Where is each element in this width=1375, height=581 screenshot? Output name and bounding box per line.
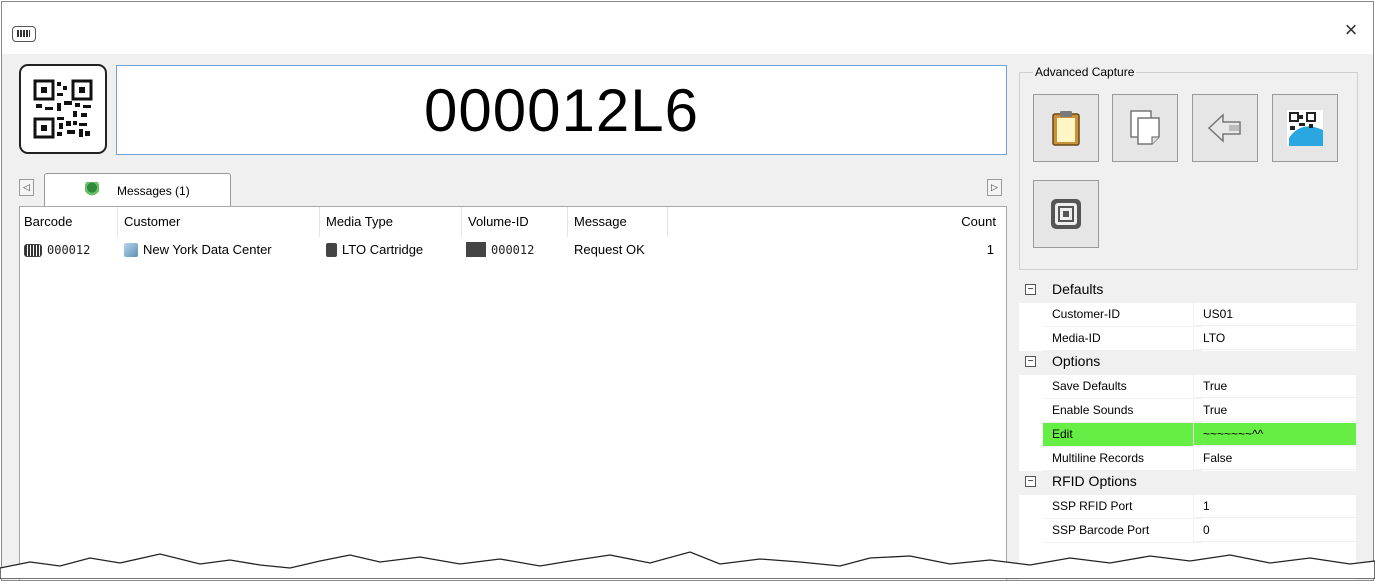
cell-count: 1 [986,242,994,257]
qr-capture-icon [1287,110,1323,146]
rfid-chip-icon [1051,199,1081,229]
property-save-defaults[interactable]: Save Defaults True [1019,375,1356,399]
copy-pages-icon [1130,110,1160,145]
cell-barcode: 000012 [24,241,90,259]
tab-messages[interactable]: Messages (1) [44,173,231,207]
tab-scroll-left-button[interactable]: ◁ [19,179,34,196]
capture-clipboard-button[interactable] [1033,94,1099,162]
property-grid[interactable]: − Defaults Customer-ID US01 Media-ID LTO… [1019,279,1356,580]
qr-code-icon [33,79,93,139]
property-media-id[interactable]: Media-ID LTO [1019,327,1356,351]
capture-qr-button[interactable] [1272,94,1338,162]
collapse-icon[interactable]: − [1025,476,1036,487]
property-ssp-rfid-port[interactable]: SSP RFID Port 1 [1019,495,1356,519]
column-header-barcode[interactable]: Barcode [20,207,118,237]
category-rfid-options[interactable]: − RFID Options [1019,471,1356,495]
column-header-count[interactable]: Count [670,207,1002,237]
advanced-capture-title: Advanced Capture [1033,65,1137,79]
cell-customer: New York Data Center [124,241,272,259]
property-customer-id[interactable]: Customer-ID US01 [1019,303,1356,327]
scan-qr-button[interactable] [19,64,107,154]
messages-tab-icon [85,182,99,196]
property-ssp-barcode-port[interactable]: SSP Barcode Port 0 [1019,519,1356,543]
property-enable-sounds[interactable]: Enable Sounds True [1019,399,1356,423]
capture-back-button[interactable] [1192,94,1258,162]
cell-media-type: LTO Cartridge [326,241,423,259]
main-window: × 000012L6 ◁ Messages (1) ▷ Barcode Cust… [1,1,1374,581]
category-options[interactable]: − Options [1019,351,1356,375]
cell-volume-id: 000012 [466,241,534,259]
barcode-icon [24,244,42,257]
column-header-media-type[interactable]: Media Type [322,207,462,237]
building-icon [124,243,138,257]
capture-rfid-button[interactable] [1033,180,1099,248]
collapse-icon[interactable]: − [1025,356,1036,367]
advanced-capture-group: Advanced Capture [1019,65,1358,270]
column-header-customer[interactable]: Customer [120,207,320,237]
close-button[interactable]: × [1337,16,1365,44]
capture-copy-button[interactable] [1112,94,1178,162]
cartridge-icon [326,243,337,257]
tab-label: Messages (1) [117,184,190,198]
property-multiline-records[interactable]: Multiline Records False [1019,447,1356,471]
category-defaults[interactable]: − Defaults [1019,279,1356,303]
back-arrow-icon [1207,113,1241,143]
tab-scroll-right-button[interactable]: ▷ [987,179,1002,196]
torn-edge [0,551,1375,579]
barcode-scanner-icon [12,26,36,42]
column-header-volume-id[interactable]: Volume-ID [464,207,568,237]
volume-icon [466,242,486,257]
clipboard-icon [1052,111,1080,146]
column-header-message[interactable]: Message [570,207,668,237]
property-edit[interactable]: Edit ~~~~~~~^^ [1019,423,1356,447]
cell-message: Request OK [574,242,645,257]
barcode-display[interactable]: 000012L6 [116,65,1007,155]
messages-list[interactable]: Barcode Customer Media Type Volume-ID Me… [19,206,1007,580]
collapse-icon[interactable]: − [1025,284,1036,295]
title-bar: × [2,2,1373,54]
